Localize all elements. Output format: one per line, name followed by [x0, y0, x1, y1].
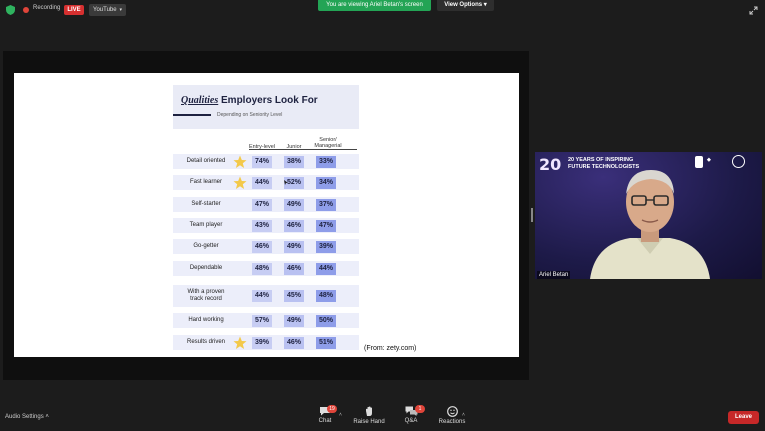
header-divider — [249, 149, 357, 150]
star-icon — [233, 336, 247, 350]
row-label: Self-starter — [191, 201, 221, 207]
table-cell: 44% — [316, 262, 336, 275]
table-cell: 46% — [252, 240, 272, 253]
qa-unread-badge: 1 — [415, 405, 425, 413]
table-cell: 49% — [284, 198, 304, 211]
table-cell: 57% — [252, 314, 272, 327]
slide-title: Qualities Employers Look For — [181, 95, 318, 106]
row-label: Fast learner — [189, 179, 222, 185]
mouse-cursor-icon — [284, 180, 288, 185]
table-cell: 33% — [316, 155, 336, 168]
stream-target-label: YouTube — [93, 7, 117, 13]
row-label: With a proven track record — [187, 289, 225, 302]
chat-button[interactable]: Chat 19 ˄ — [308, 404, 342, 430]
chat-label: Chat — [318, 418, 332, 424]
row-label: Team player — [189, 222, 223, 228]
anniversary-logo: 20 — [539, 155, 562, 174]
table-cell: 43% — [252, 219, 272, 232]
chevron-up-icon: ˄ — [45, 414, 49, 420]
presentation-slide: Qualities Employers Look For Depending o… — [14, 73, 519, 357]
view-options-label: View Options — [444, 2, 483, 8]
raise-hand-icon — [366, 406, 372, 416]
reactions-label: Reactions — [438, 419, 466, 425]
fullscreen-icon[interactable] — [749, 6, 758, 15]
qa-label: Q&A — [404, 418, 418, 424]
table-cell: 44% — [252, 176, 272, 189]
source-citation: (From: zety.com) — [364, 345, 417, 352]
shield-icon[interactable] — [6, 5, 15, 15]
speaker-video-tile[interactable]: 20 20 YEARS OF INSPIRING FUTURE TECHNOLO… — [535, 152, 762, 279]
meeting-window: Recording LIVE YouTube ▾ You are viewing… — [0, 0, 765, 431]
star-icon — [233, 176, 247, 190]
row-label: Go-getter — [193, 243, 219, 249]
table-cell: 49% — [284, 314, 304, 327]
table-cell: 48% — [252, 262, 272, 275]
shared-screen: Qualities Employers Look For Depending o… — [3, 51, 529, 380]
audio-settings-button[interactable]: Audio Settings ˄ — [5, 414, 49, 420]
seal-logo-icon — [732, 155, 745, 168]
smiley-icon — [446, 406, 458, 417]
meeting-toolbar: Audio Settings ˄ Chat 19 ˄ Raise Hand Q&… — [0, 400, 765, 431]
table-cell: 50% — [316, 314, 336, 327]
leave-button[interactable]: Leave — [728, 411, 759, 424]
table-cell: 45% — [284, 290, 304, 302]
raise-hand-label: Raise Hand — [353, 419, 385, 425]
row-label: Hard working — [188, 317, 224, 323]
reactions-button[interactable]: Reactions ˄ — [434, 404, 470, 430]
chevron-down-icon: ▾ — [119, 7, 122, 13]
speaker-person — [590, 170, 710, 279]
raise-hand-button[interactable]: Raise Hand — [350, 404, 388, 430]
split-resize-handle[interactable] — [531, 208, 533, 222]
table-cell: 47% — [252, 198, 272, 211]
recording-label[interactable]: Recording — [33, 5, 60, 11]
top-status-bar: Recording LIVE YouTube ▾ You are viewing… — [0, 0, 765, 20]
chevron-down-icon: ▾ — [483, 2, 487, 8]
qa-button[interactable]: Q&A 1 — [394, 404, 428, 430]
row-label: Dependable — [189, 265, 223, 271]
star-icon — [233, 155, 247, 169]
row-label: Detail oriented — [186, 158, 226, 164]
table-cell: 37% — [316, 198, 336, 211]
column-header-senior: Senior/ Managerial — [314, 137, 342, 149]
table-cell: 39% — [316, 240, 336, 253]
chevron-up-icon[interactable]: ˄ — [339, 412, 342, 418]
table-cell: 46% — [284, 336, 304, 349]
chat-unread-badge: 19 — [327, 405, 337, 413]
stream-target-dropdown[interactable]: YouTube ▾ — [89, 4, 126, 16]
table-cell: 46% — [284, 219, 304, 232]
live-badge[interactable]: LIVE — [64, 5, 84, 15]
table-cell: 38% — [284, 155, 304, 168]
slide-title-box: Qualities Employers Look For Depending o… — [173, 85, 359, 129]
speaker-name-tag: Ariel Betan — [537, 271, 571, 279]
table-cell: 47% — [316, 219, 336, 232]
table-cell: 39% — [252, 336, 272, 349]
viewing-screen-banner: You are viewing Ariel Betan's screen — [318, 0, 431, 11]
title-underline — [173, 114, 211, 116]
table-cell: 34% — [316, 176, 336, 189]
table-cell: 74% — [252, 155, 272, 168]
recording-dot-icon — [23, 7, 29, 13]
table-cell: 49% — [284, 240, 304, 253]
table-cell: 46% — [284, 262, 304, 275]
view-options-button[interactable]: View Options ▾ — [437, 0, 494, 11]
table-cell: 48% — [316, 290, 336, 302]
table-cell: 51% — [316, 336, 336, 349]
row-label: Results driven — [186, 339, 225, 345]
audio-settings-label: Audio Settings — [5, 414, 44, 420]
slide-subtitle: Depending on Seniority Level — [217, 112, 283, 118]
chevron-up-icon[interactable]: ˄ — [462, 412, 465, 418]
table-cell: 44% — [252, 290, 272, 302]
